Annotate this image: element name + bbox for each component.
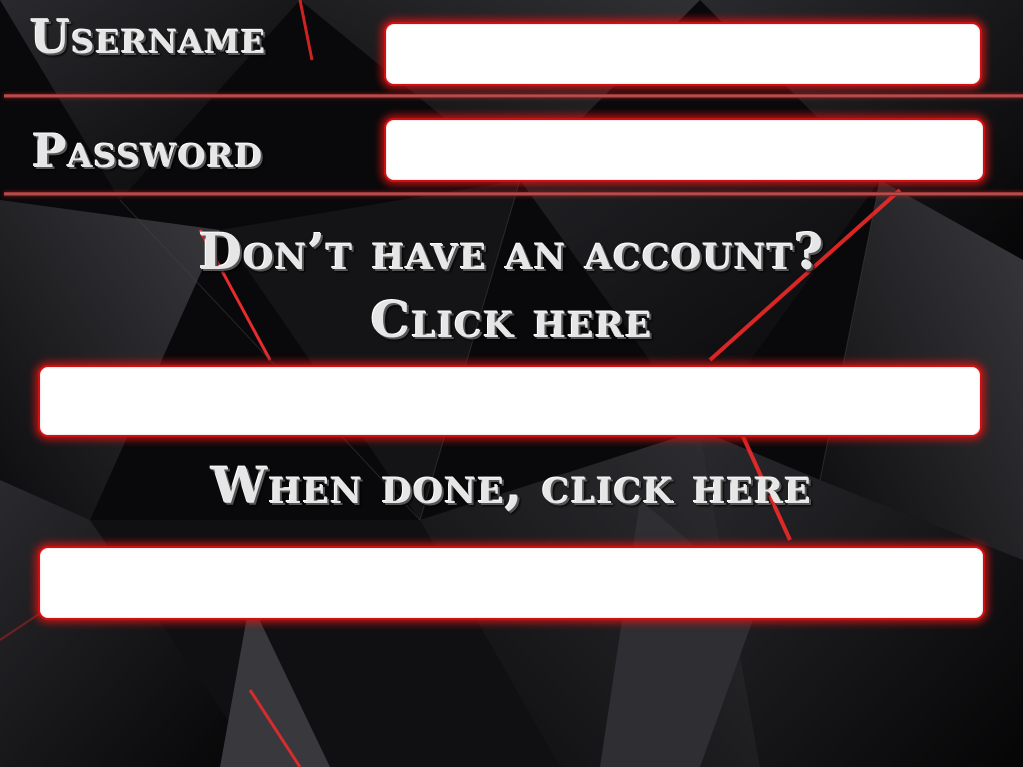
username-input[interactable] (384, 22, 982, 86)
signup-prompt-line1: Don’t have an account? (198, 222, 825, 281)
password-input[interactable] (384, 118, 985, 182)
username-label: Username (30, 10, 267, 64)
divider-bottom (4, 192, 1023, 196)
password-label: Password (32, 124, 264, 178)
divider-top (4, 94, 1023, 98)
done-button[interactable] (38, 546, 985, 620)
done-prompt: When done, click here (211, 456, 812, 515)
signup-button[interactable] (38, 365, 982, 437)
signup-prompt-line2: Click here (370, 290, 653, 349)
